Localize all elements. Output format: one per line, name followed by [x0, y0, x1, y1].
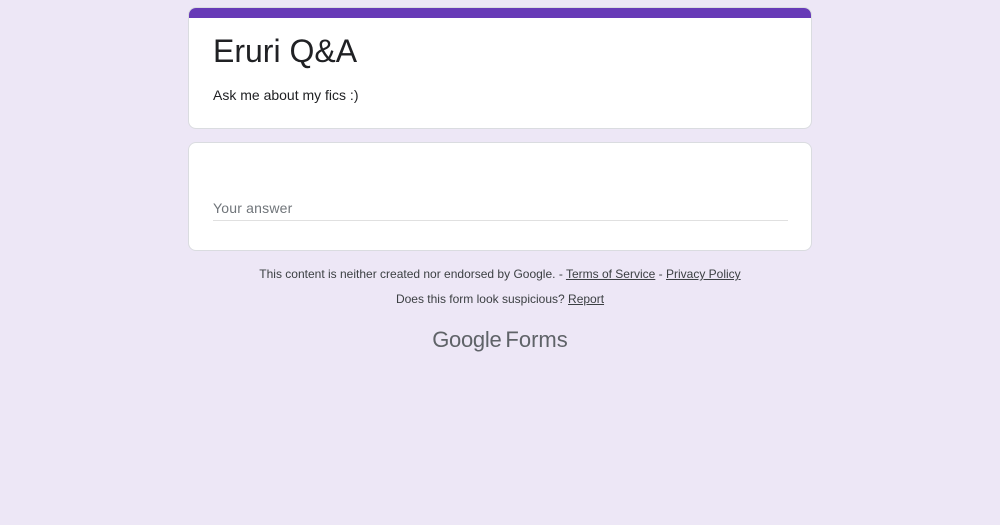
question-card — [188, 142, 812, 251]
footer-separator: - — [658, 267, 663, 281]
brand-google-text: Google — [432, 327, 502, 352]
terms-of-service-link[interactable]: Terms of Service — [566, 267, 655, 281]
report-link[interactable]: Report — [568, 292, 604, 306]
google-forms-logo[interactable]: Google Forms — [0, 325, 1000, 355]
suspicious-text: Does this form look suspicious? — [395, 292, 565, 306]
form-header-card: Eruri Q&A Ask me about my fics :) — [188, 7, 812, 129]
form-description: Ask me about my fics :) — [213, 87, 359, 103]
footer-separator: - — [558, 267, 563, 281]
form-title: Eruri Q&A — [213, 33, 358, 69]
disclaimer-text: This content is neither created nor endo… — [259, 267, 556, 281]
form-footer: This content is neither created nor endo… — [0, 266, 1000, 307]
theme-accent-bar — [189, 8, 811, 18]
footer-report-line: Does this form look suspicious? Report — [0, 291, 1000, 307]
privacy-policy-link[interactable]: Privacy Policy — [666, 267, 741, 281]
form-container: Eruri Q&A Ask me about my fics :) — [188, 7, 812, 251]
footer-disclaimer-line: This content is neither created nor endo… — [0, 266, 1000, 282]
brand-forms-text: Forms — [505, 327, 568, 352]
answer-input[interactable] — [213, 196, 788, 221]
